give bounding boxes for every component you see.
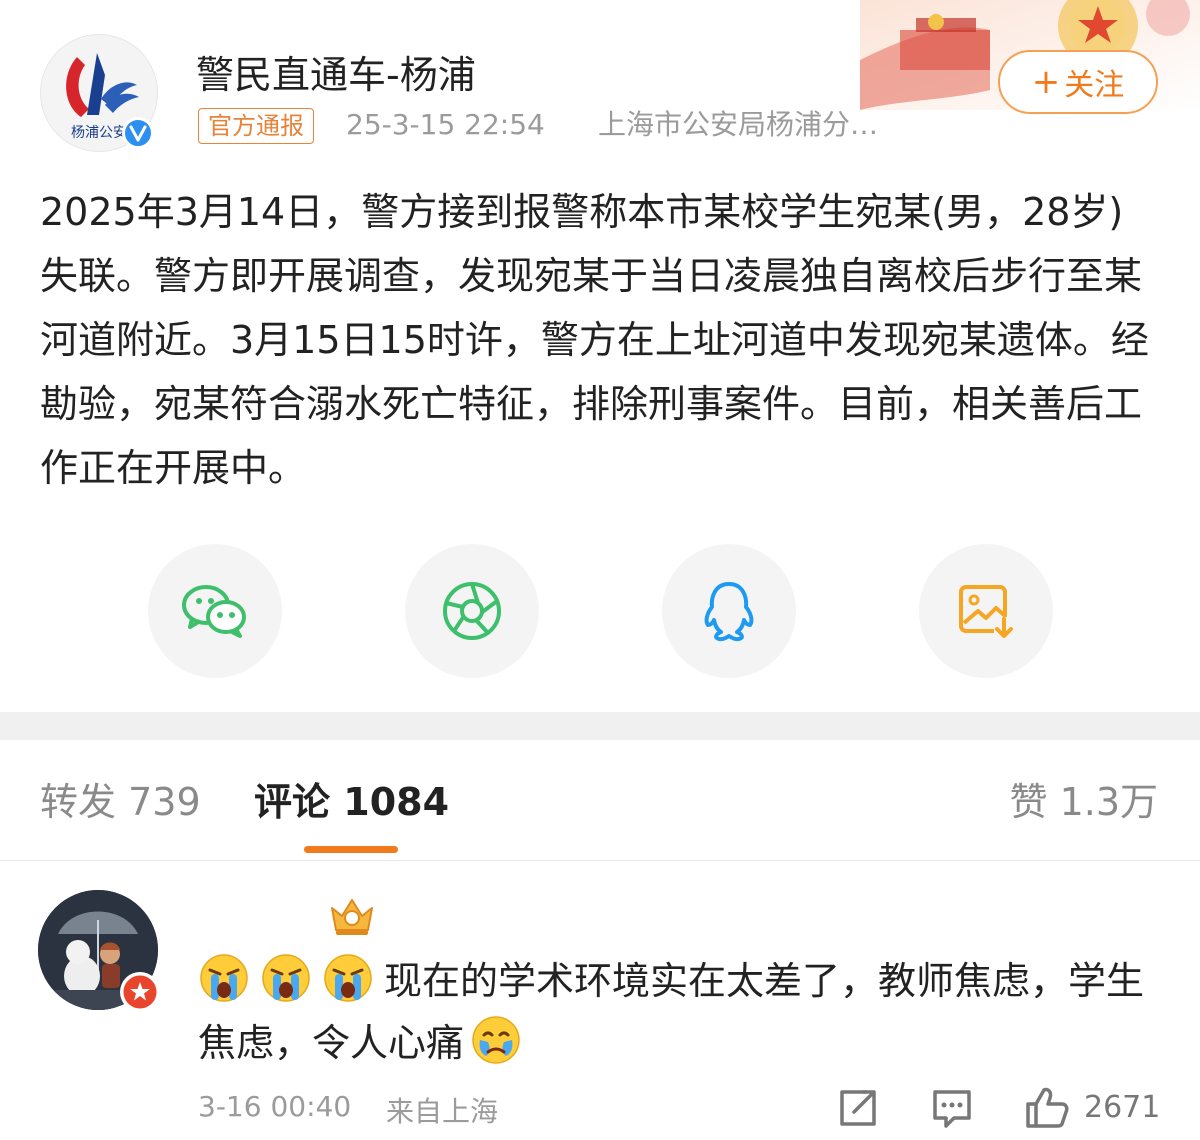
plus-icon: + — [1031, 62, 1061, 102]
comment-timestamp: 3-16 00:40 — [198, 1090, 352, 1123]
thumbs-up-icon — [1026, 1087, 1069, 1128]
tab-comments[interactable]: 评论 1084 — [254, 776, 449, 828]
comment-like-count: 2671 — [1084, 1090, 1161, 1125]
share-moments-button[interactable] — [405, 544, 539, 678]
active-tab-indicator — [304, 846, 398, 853]
tab-likes[interactable]: 赞 1.3万 — [1009, 776, 1158, 828]
tab-reposts-label: 转发 — [40, 780, 117, 824]
svg-text:杨浦公安: 杨浦公安 — [71, 125, 127, 141]
crying-emoji-icon — [322, 952, 374, 1004]
post-source: 上海市公安局杨浦分… — [598, 108, 879, 141]
comment-body: 现在的学术环境实在太差了，教师焦虑，学生焦虑，令人心痛 — [198, 950, 1158, 1074]
follow-label: 关注 — [1064, 68, 1125, 103]
save-image-icon — [959, 585, 1014, 639]
tab-divider — [0, 860, 1200, 861]
verified-icon — [122, 117, 154, 149]
crying-emoji-icon — [198, 952, 250, 1004]
tab-likes-label: 赞 — [1009, 780, 1048, 824]
moments-icon — [443, 582, 501, 640]
qq-icon — [704, 582, 754, 642]
share-wechat-button[interactable] — [148, 544, 282, 678]
account-name[interactable]: 警民直通车-杨浦 — [196, 44, 476, 99]
comment-location: 来自上海 — [386, 1095, 499, 1128]
tearful-emoji-icon — [470, 1014, 522, 1066]
tab-comments-label: 评论 — [254, 780, 331, 824]
comment-like-button[interactable] — [1024, 1084, 1070, 1130]
tab-comments-count: 1084 — [343, 780, 450, 824]
comment-bubble-icon — [933, 1090, 971, 1128]
crying-emoji-icon — [260, 952, 312, 1004]
comment-reply-button[interactable] — [930, 1086, 974, 1130]
share-qq-button[interactable] — [662, 544, 796, 678]
share-arrow-icon — [840, 1090, 876, 1126]
save-image-button[interactable] — [919, 544, 1053, 678]
section-separator — [0, 712, 1200, 740]
fan-level-crown-icon — [326, 892, 378, 938]
wechat-icon — [182, 585, 246, 638]
follow-button[interactable]: + 关注 — [998, 50, 1158, 114]
post-timestamp: 25-3-15 22:54 — [346, 108, 545, 141]
official-notice-badge: 官方通报 — [198, 108, 314, 144]
member-badge-icon — [120, 972, 160, 1012]
tab-reposts[interactable]: 转发 739 — [40, 776, 201, 828]
tab-likes-count: 1.3万 — [1059, 780, 1158, 824]
post-text: 2025年3月14日，警方接到报警称本市某校学生宛某(男，28岁)失联。警方即开… — [40, 190, 1149, 490]
tab-reposts-count: 739 — [128, 780, 201, 824]
comment-share-button[interactable] — [836, 1086, 880, 1130]
